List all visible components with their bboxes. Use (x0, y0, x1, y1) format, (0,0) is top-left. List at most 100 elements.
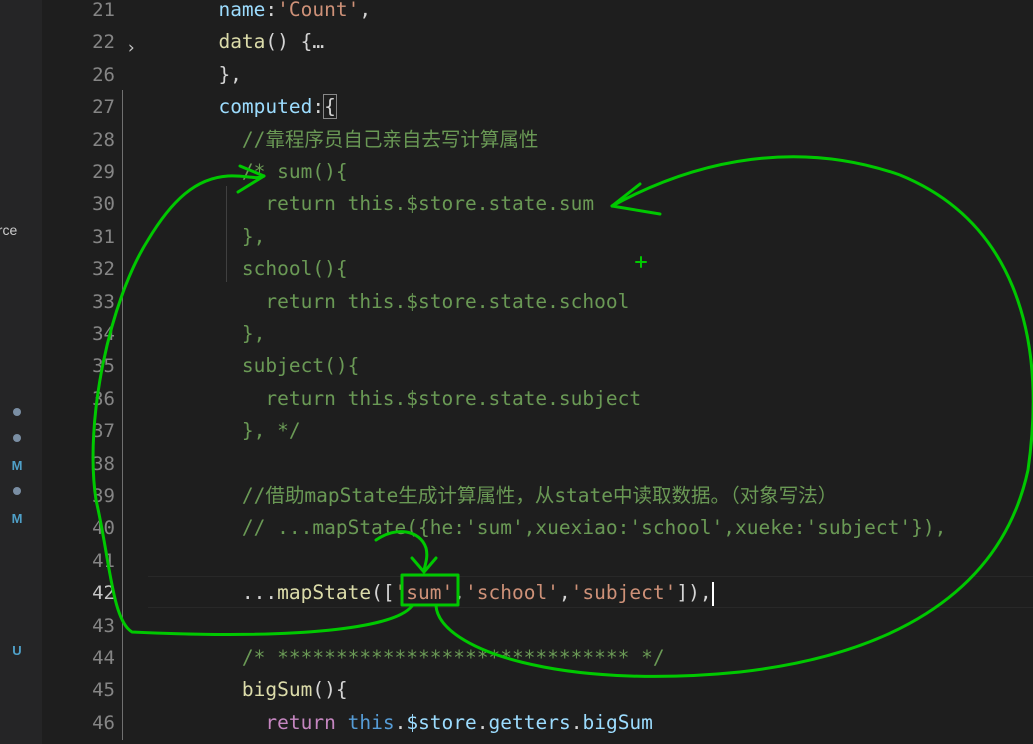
code-token: getters (488, 710, 571, 734)
code-token: name (218, 0, 266, 21)
sidebar-dot-icon (13, 408, 21, 416)
code-line[interactable]: }, */ (148, 415, 301, 447)
code-token: . (394, 710, 407, 734)
code-line[interactable]: bigSum(){ (148, 674, 348, 706)
code-line[interactable]: }, (148, 221, 265, 253)
code-token: mapState (277, 581, 372, 605)
activity-sidebar: urce M M U (0, 0, 42, 744)
code-line[interactable]: return this.$store.state.sum (148, 188, 594, 220)
code-token: : (265, 0, 278, 21)
code-token: , (453, 581, 465, 605)
sidebar-dot-icon (13, 487, 21, 495)
code-token: //借助mapState生成计算属性，从state中读取数据。（对象写法） (241, 484, 838, 507)
code-token: this (347, 710, 395, 734)
line-number: 21 (92, 0, 115, 21)
code-line[interactable]: subject(){ (148, 350, 359, 382)
code-line[interactable]: }, (148, 59, 242, 91)
code-line[interactable]: name:'Count', (148, 0, 371, 26)
line-number: 36 (92, 387, 115, 410)
line-number: 46 (92, 711, 115, 734)
code-token: 'school' (465, 581, 559, 605)
code-token: }, (241, 322, 266, 345)
code-token: ]), (676, 581, 712, 605)
line-number: 27 (92, 96, 115, 119)
line-number: 32 (92, 258, 115, 281)
line-number: 31 (92, 225, 115, 248)
code-token: : (312, 95, 325, 119)
code-line[interactable]: return this.$store.state.subject (148, 383, 641, 415)
code-line[interactable]: return this.$store.getters.bigSum (148, 707, 653, 739)
code-line[interactable]: data() {… (148, 26, 324, 58)
indent-guide (122, 90, 123, 740)
line-number: 39 (92, 485, 115, 507)
code-token: () { (265, 30, 313, 54)
code-line[interactable]: //靠程序员自己亲自去写计算属性 (148, 124, 538, 156)
line-number: 30 (92, 193, 115, 216)
line-number: 33 (92, 290, 115, 313)
code-token: , (558, 581, 571, 605)
code-line[interactable]: computed:{ (148, 91, 337, 123)
line-number: 44 (92, 647, 115, 669)
line-number: 37 (92, 420, 115, 443)
code-line[interactable]: school(){ (148, 253, 348, 285)
line-number: 41 (92, 549, 115, 572)
line-number: 29 (92, 161, 115, 183)
code-token: return this.$store.state.subject (265, 386, 642, 410)
line-number: 35 (92, 355, 115, 378)
code-token: subject(){ (241, 354, 360, 378)
line-number: 43 (92, 614, 115, 637)
line-number: 40 (92, 517, 115, 540)
text-cursor (711, 581, 714, 606)
line-number: 45 (92, 679, 115, 702)
code-line[interactable]: /* sum(){ (148, 156, 348, 188)
code-token: $store (406, 710, 477, 734)
code-token: (){ (312, 678, 348, 702)
sidebar-dot-icon (13, 434, 21, 442)
code-line[interactable]: return this.$store.state.school (148, 286, 629, 318)
code-token: return this.$store.state.school (265, 289, 630, 313)
code-line[interactable]: // ...mapState({he:'sum',xuexiao:'school… (148, 512, 946, 544)
code-token: data (218, 30, 266, 54)
code-token: /* sum(){ (241, 160, 348, 183)
code-token: return (265, 710, 336, 734)
annotation-arrowhead-right (610, 182, 662, 216)
source-control-label: urce (0, 222, 18, 238)
code-token: }, */ (241, 419, 301, 443)
code-line[interactable]: }, (148, 318, 265, 350)
code-token: bigSum (241, 678, 313, 702)
sidebar-status-badge: U (12, 643, 22, 658)
code-token: ... (148, 581, 278, 605)
code-token: . (476, 710, 489, 734)
line-number: 28 (92, 128, 115, 151)
code-token: 'sum' (394, 581, 454, 605)
code-line[interactable]: //借助mapState生成计算属性，从state中读取数据。（对象写法） (148, 480, 837, 512)
code-line[interactable]: /* ****************************** */ (148, 642, 665, 674)
code-token: }, (148, 62, 242, 86)
sidebar-status-badge: M (11, 458, 23, 473)
line-number: 22 (92, 31, 115, 54)
line-number: 26 (92, 63, 115, 86)
code-token: … (312, 30, 325, 54)
code-line[interactable]: ...mapState(['sum','school','subject']), (148, 577, 714, 609)
fold-chevron-icon[interactable]: › (126, 32, 136, 64)
line-number: 34 (92, 323, 115, 345)
code-token: computed (218, 95, 313, 119)
line-number: 38 (92, 452, 115, 475)
sidebar-status-badge: M (11, 511, 23, 526)
